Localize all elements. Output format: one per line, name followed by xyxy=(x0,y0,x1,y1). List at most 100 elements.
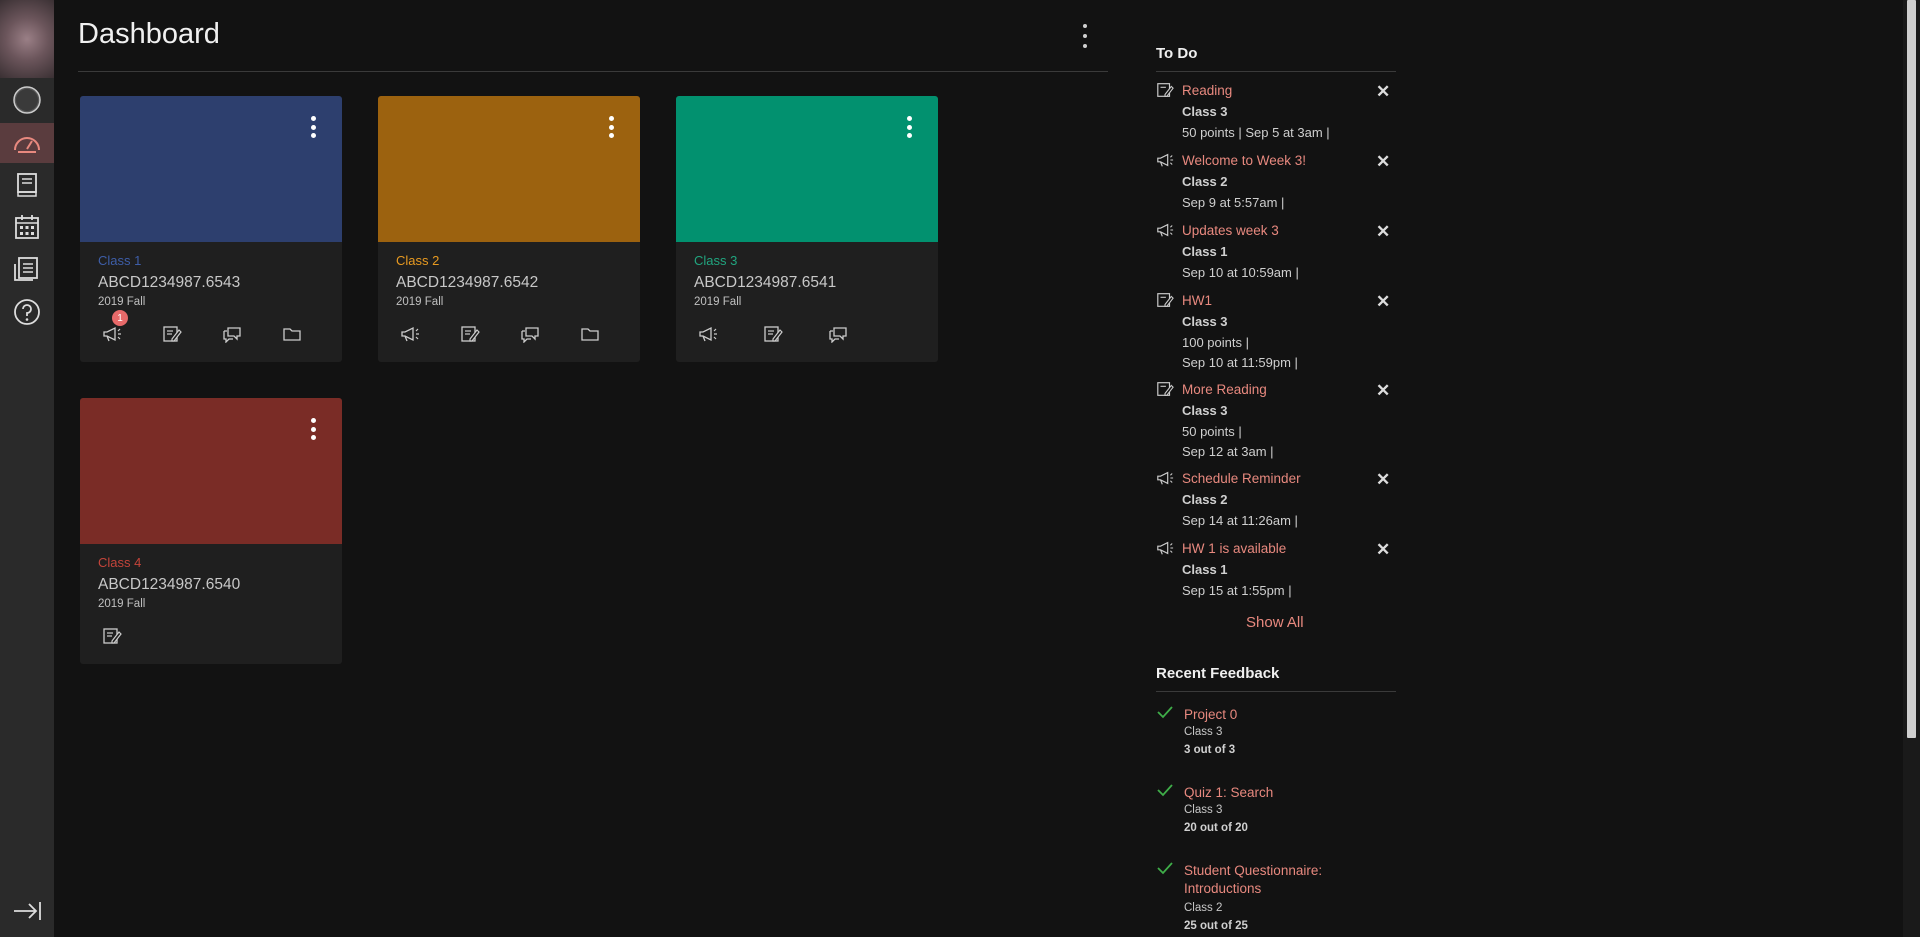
dismiss-button[interactable]: ✕ xyxy=(1376,82,1390,102)
dismiss-button[interactable]: ✕ xyxy=(1376,222,1390,242)
scrollbar-thumb[interactable] xyxy=(1907,0,1916,738)
right-sidebar: To Do Reading Class 3 50 points | Sep 5 … xyxy=(1156,0,1396,937)
feedback-divider xyxy=(1156,691,1396,692)
help-icon xyxy=(14,299,40,325)
course-card[interactable]: Class 1 ABCD1234987.6543 2019 Fall 1 xyxy=(80,96,342,362)
course-link[interactable]: Class 3 xyxy=(694,253,737,268)
discussions-button[interactable] xyxy=(214,320,274,348)
card-actions xyxy=(392,320,632,348)
show-all-link[interactable]: Show All xyxy=(1246,614,1304,631)
course-card-hero[interactable] xyxy=(80,398,342,544)
dismiss-button[interactable]: ✕ xyxy=(1376,470,1390,490)
card-actions: 1 xyxy=(94,310,334,348)
todo-title-link[interactable]: Schedule Reminder xyxy=(1182,471,1301,486)
discussions-button[interactable] xyxy=(512,320,572,348)
assignments-button[interactable] xyxy=(755,320,820,348)
feedback-class: Class 3 xyxy=(1184,726,1223,738)
checkmark-icon xyxy=(1157,862,1173,875)
dashboard-main: Dashboard Class 1 ABCD1234987.6543 2019 … xyxy=(78,0,1108,937)
announcement-icon xyxy=(699,326,717,342)
feedback-title-link[interactable]: Project 0 xyxy=(1184,706,1384,724)
todo-class: Class 3 xyxy=(1182,314,1228,329)
todo-title-link[interactable]: More Reading xyxy=(1182,382,1267,397)
feedback-class: Class 2 xyxy=(1184,902,1223,914)
header-divider xyxy=(78,71,1108,72)
announcements-button[interactable] xyxy=(690,320,755,348)
announcements-button[interactable] xyxy=(392,320,452,348)
files-button[interactable] xyxy=(572,320,632,348)
discussions-button[interactable] xyxy=(820,320,885,348)
logo[interactable] xyxy=(0,0,54,78)
course-term: 2019 Fall xyxy=(396,296,444,308)
feedback-title-link[interactable]: Quiz 1: Search xyxy=(1184,784,1384,802)
assignments-button[interactable] xyxy=(452,320,512,348)
todo-meta: Sep 9 at 5:57am | xyxy=(1182,195,1285,210)
nav-courses[interactable] xyxy=(0,165,54,205)
assignment-icon xyxy=(1157,382,1174,396)
files-button[interactable] xyxy=(274,320,334,348)
course-card-hero[interactable] xyxy=(80,96,342,242)
todo-divider xyxy=(1156,71,1396,72)
feedback-heading: Recent Feedback xyxy=(1156,665,1280,682)
todo-meta: Sep 15 at 1:55pm | xyxy=(1182,583,1292,598)
dismiss-button[interactable]: ✕ xyxy=(1376,152,1390,172)
card-options-button[interactable] xyxy=(310,418,316,440)
todo-title-link[interactable]: Welcome to Week 3! xyxy=(1182,153,1306,168)
assignment-icon xyxy=(103,628,122,644)
course-code: ABCD1234987.6540 xyxy=(98,576,241,593)
assignment-icon xyxy=(1157,83,1174,97)
collapse-nav-button[interactable] xyxy=(12,899,42,923)
assignments-button[interactable] xyxy=(94,622,159,650)
announcements-button[interactable]: 1 xyxy=(94,310,154,348)
course-card-hero[interactable] xyxy=(378,96,640,242)
dismiss-button[interactable]: ✕ xyxy=(1376,292,1390,312)
todo-title-link[interactable]: HW 1 is available xyxy=(1182,541,1286,556)
todo-class: Class 1 xyxy=(1182,244,1228,259)
feedback-score: 3 out of 3 xyxy=(1184,744,1236,756)
feedback-class: Class 3 xyxy=(1184,804,1223,816)
card-options-button[interactable] xyxy=(906,116,912,138)
dashboard-icon xyxy=(14,137,40,153)
dashboard-options-button[interactable] xyxy=(1080,24,1090,48)
discussion-icon xyxy=(521,327,539,343)
announcement-icon xyxy=(1157,541,1174,555)
nav-account[interactable] xyxy=(0,80,54,120)
course-link[interactable]: Class 1 xyxy=(98,253,141,268)
global-nav xyxy=(0,0,54,937)
course-card[interactable]: Class 4 ABCD1234987.6540 2019 Fall xyxy=(80,398,342,664)
nav-dashboard[interactable] xyxy=(0,123,54,163)
todo-title-link[interactable]: HW1 xyxy=(1182,293,1212,308)
page-scrollbar[interactable] xyxy=(1903,0,1920,937)
todo-title-link[interactable]: Updates week 3 xyxy=(1182,223,1279,238)
dismiss-button[interactable]: ✕ xyxy=(1376,540,1390,560)
course-card-hero[interactable] xyxy=(676,96,938,242)
todo-meta: 50 points | Sep 5 at 3am | xyxy=(1182,125,1330,140)
feedback-score: 25 out of 25 xyxy=(1184,920,1248,932)
card-options-button[interactable] xyxy=(310,116,316,138)
folder-icon xyxy=(283,328,301,341)
card-actions xyxy=(94,622,334,650)
course-card[interactable]: Class 2 ABCD1234987.6542 2019 Fall xyxy=(378,96,640,362)
dismiss-button[interactable]: ✕ xyxy=(1376,381,1390,401)
course-link[interactable]: Class 2 xyxy=(396,253,439,268)
nav-calendar[interactable] xyxy=(0,207,54,247)
assignment-icon xyxy=(163,326,182,342)
assignment-icon xyxy=(764,326,783,342)
assignments-button[interactable] xyxy=(154,320,214,348)
todo-heading: To Do xyxy=(1156,45,1198,62)
nav-help[interactable] xyxy=(0,292,54,332)
todo-meta: 100 points | xyxy=(1182,335,1249,350)
feedback-title-link[interactable]: Student Questionnaire: Introductions xyxy=(1184,862,1384,898)
card-options-button[interactable] xyxy=(608,116,614,138)
nav-inbox[interactable] xyxy=(0,249,54,289)
course-card[interactable]: Class 3 ABCD1234987.6541 2019 Fall xyxy=(676,96,938,362)
todo-due: Sep 12 at 3am | xyxy=(1182,444,1274,459)
todo-meta: Sep 10 at 10:59am | xyxy=(1182,265,1299,280)
course-link[interactable]: Class 4 xyxy=(98,555,141,570)
announcement-icon xyxy=(1157,153,1174,167)
discussion-icon xyxy=(829,327,847,343)
course-code: ABCD1234987.6542 xyxy=(396,274,539,291)
folder-icon xyxy=(581,328,599,341)
todo-meta: Sep 14 at 11:26am | xyxy=(1182,513,1298,528)
todo-title-link[interactable]: Reading xyxy=(1182,83,1232,98)
